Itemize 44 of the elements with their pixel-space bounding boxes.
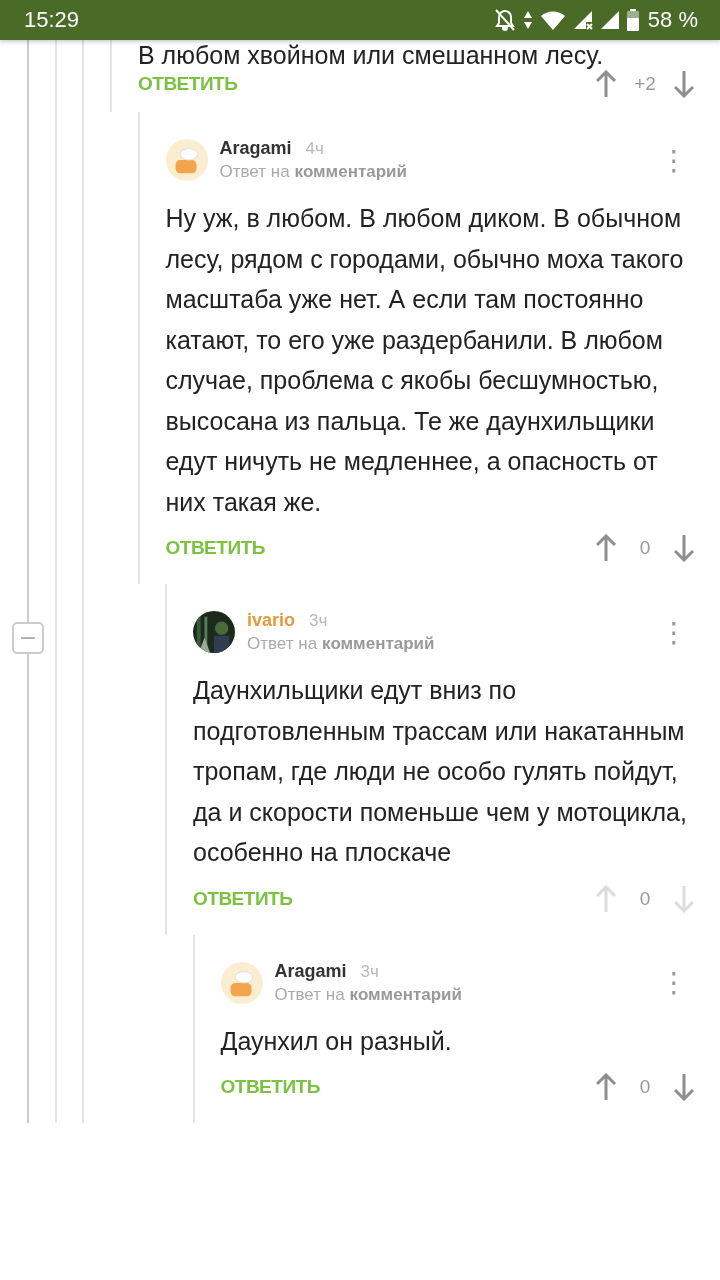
reply-to-label: Ответ на [274,984,345,1004]
downvote-icon[interactable] [674,534,694,562]
more-menu-button[interactable]: ⋮ [654,143,694,177]
comment-link[interactable]: комментарий [322,634,435,653]
comment-time: 4ч [305,139,324,159]
vote-score: 0 [638,537,652,559]
data-arrows-icon [522,9,533,31]
clock: 15:29 [24,7,80,33]
signal-icon [599,10,620,30]
wifi-icon [539,10,566,30]
reply-link[interactable]: ОТВЕТИТЬ [138,73,238,95]
comment-text: Ну уж, в любом. В любом диком. В обычном лесу, рядом с городами, обычно моха такого масштаба уже нет. А если там постоянно катают, то его уже раздербанили. В любом случае, проблема с якобы бесшумностью, высосана из пальца. Те же даунхильщики едут ничуть не медленнее, а опасность от них такая же. [165,203,685,518]
downvote-icon[interactable] [674,70,694,98]
upvote-icon[interactable] [596,1073,616,1101]
comment-time: 3ч [309,611,328,631]
username[interactable]: ivario [247,610,296,631]
reply-link[interactable]: ОТВЕТИТЬ [220,1076,320,1098]
more-menu-button[interactable]: ⋮ [654,615,694,649]
vote-score: 0 [638,1076,652,1098]
comment-link[interactable]: комментарий [294,162,407,181]
collapse-button[interactable]: − [12,622,44,654]
reply-link[interactable]: ОТВЕТИТЬ [193,887,293,910]
battery-icon [626,9,639,31]
vote-score: +2 [634,73,656,95]
reply-to-label: Ответ на [247,634,318,653]
bell-off-icon [493,8,516,32]
username[interactable]: Aragami [219,138,292,159]
avatar-icon[interactable] [220,961,263,1004]
avatar-icon[interactable] [165,139,208,181]
reply-link[interactable]: ОТВЕТИТЬ [165,537,265,559]
comment-text: В любом хвойном или смешанном лесу. [138,40,605,70]
comment-link[interactable]: комментарий [349,984,462,1004]
upvote-icon[interactable] [596,534,616,562]
vote-score: 0 [638,887,652,910]
comment-text: Даунхил он разный. [220,1025,453,1057]
reply-to-label: Ответ на [219,162,290,181]
downvote-icon[interactable] [674,1073,694,1101]
battery-percent: 58 % [647,7,698,33]
upvote-icon[interactable] [596,70,616,98]
more-menu-button[interactable]: ⋮ [654,966,694,999]
comment-time: 3ч [360,961,379,982]
signal-icon [572,10,593,30]
comment-text: Даунхильщики едут вниз по подготовленным трассам или накатанным тропам, где люди не особо гулять пойдут, да и скорости поменьше чем у мотоцикла, особенно на плоскаче [193,675,688,868]
username[interactable]: Aragami [274,960,347,982]
